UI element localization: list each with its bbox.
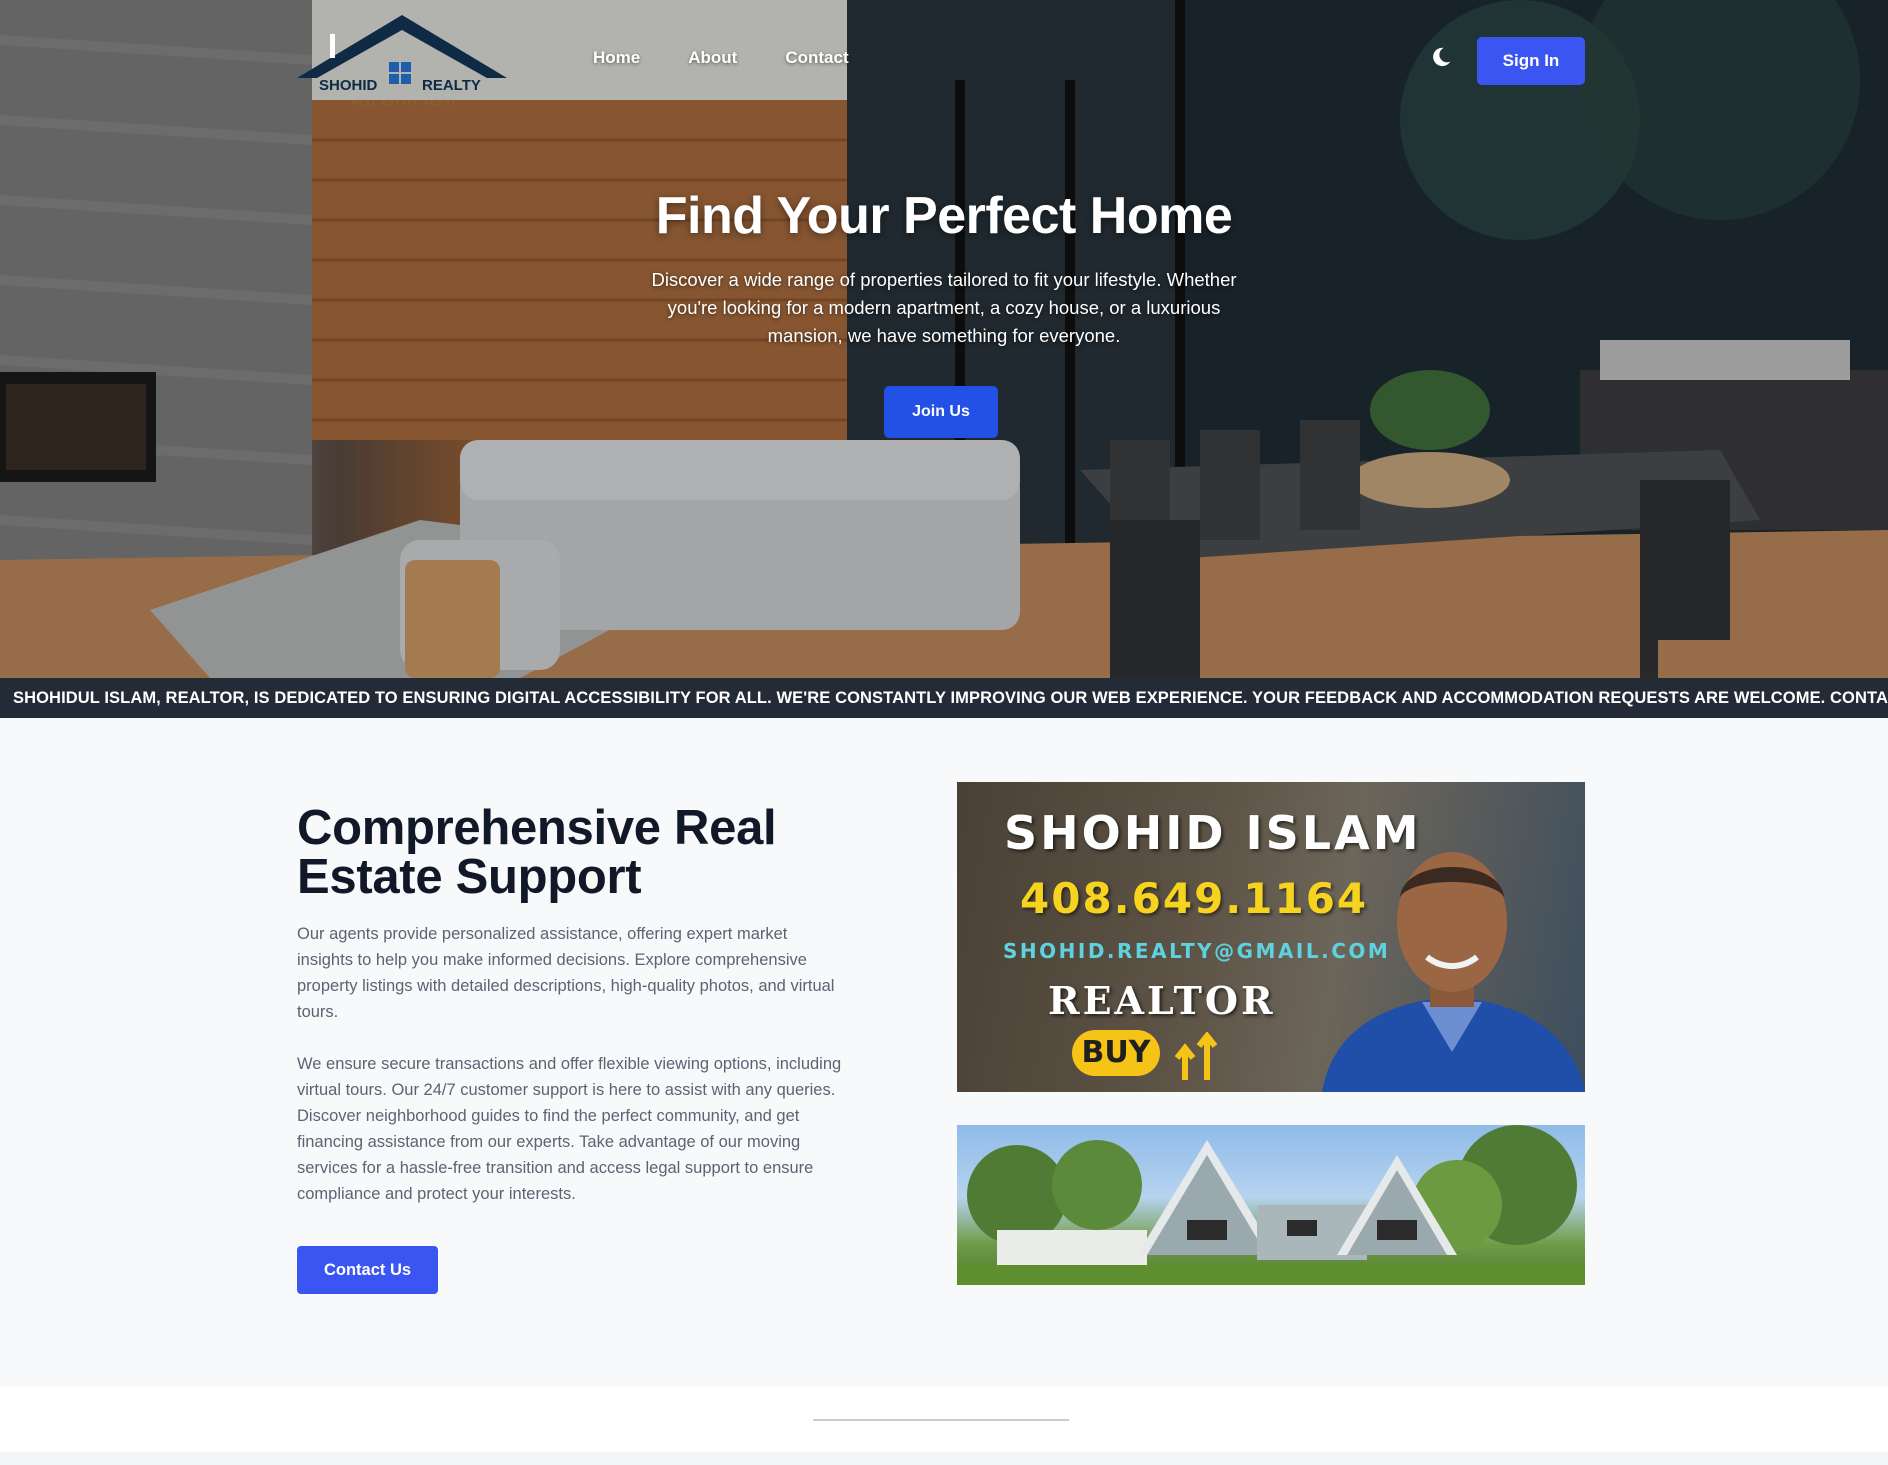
support-section: Comprehensive Real Estate Support Our ag… [0,718,1888,1386]
support-title: Comprehensive Real Estate Support [297,801,777,904]
banner-buy-badge: BUY [1072,1030,1160,1076]
main-nav: Home About Contact [593,48,849,68]
brand-logo[interactable]: SHOHID REALTY REAL ESTATE AGENT [297,10,507,110]
realtor-banner: SHOHID ISLAM 408.649.1164 SHOHID.REALTY@… [957,782,1585,1092]
footer-divider [813,1419,1069,1421]
footer-area [0,1386,1888,1465]
sign-in-button[interactable]: Sign In [1477,37,1585,85]
hero-section: SHOHID REALTY REAL ESTATE AGENT Home Abo… [0,0,1888,678]
support-paragraph-2: We ensure secure transactions and offer … [297,1055,842,1203]
hero-title: Find Your Perfect Home [655,187,1233,245]
footer-band [0,1452,1888,1465]
nav-about[interactable]: About [688,48,737,68]
house-photo [957,1125,1585,1285]
logo-name: SHOHID [319,77,378,94]
logo-tagline: REAL ESTATE AGENT [352,100,458,107]
nav-contact[interactable]: Contact [785,48,848,68]
nav-home[interactable]: Home [593,48,640,68]
contact-us-button[interactable]: Contact Us [297,1246,438,1294]
banner-role: REALTOR [1048,978,1276,1023]
banner-email: SHOHID.REALTY@GMAIL.COM [1003,939,1391,963]
moon-icon[interactable] [1430,46,1452,68]
ticker-text: SHOHIDUL ISLAM, REALTOR, IS DEDICATED TO… [13,689,1888,707]
banner-realtor-name: SHOHID ISLAM [1004,806,1422,860]
banner-phone: 408.649.1164 [1020,874,1369,923]
accessibility-ticker: SHOHIDUL ISLAM, REALTOR, IS DEDICATED TO… [0,678,1888,718]
join-us-button[interactable]: Join Us [884,386,998,438]
hero-subtitle: Discover a wide range of properties tail… [651,269,1237,346]
support-paragraph-1: Our agents provide personalized assistan… [297,925,835,1021]
up-arrows-icon [1174,1032,1218,1080]
logo-realty: REALTY [422,77,481,94]
